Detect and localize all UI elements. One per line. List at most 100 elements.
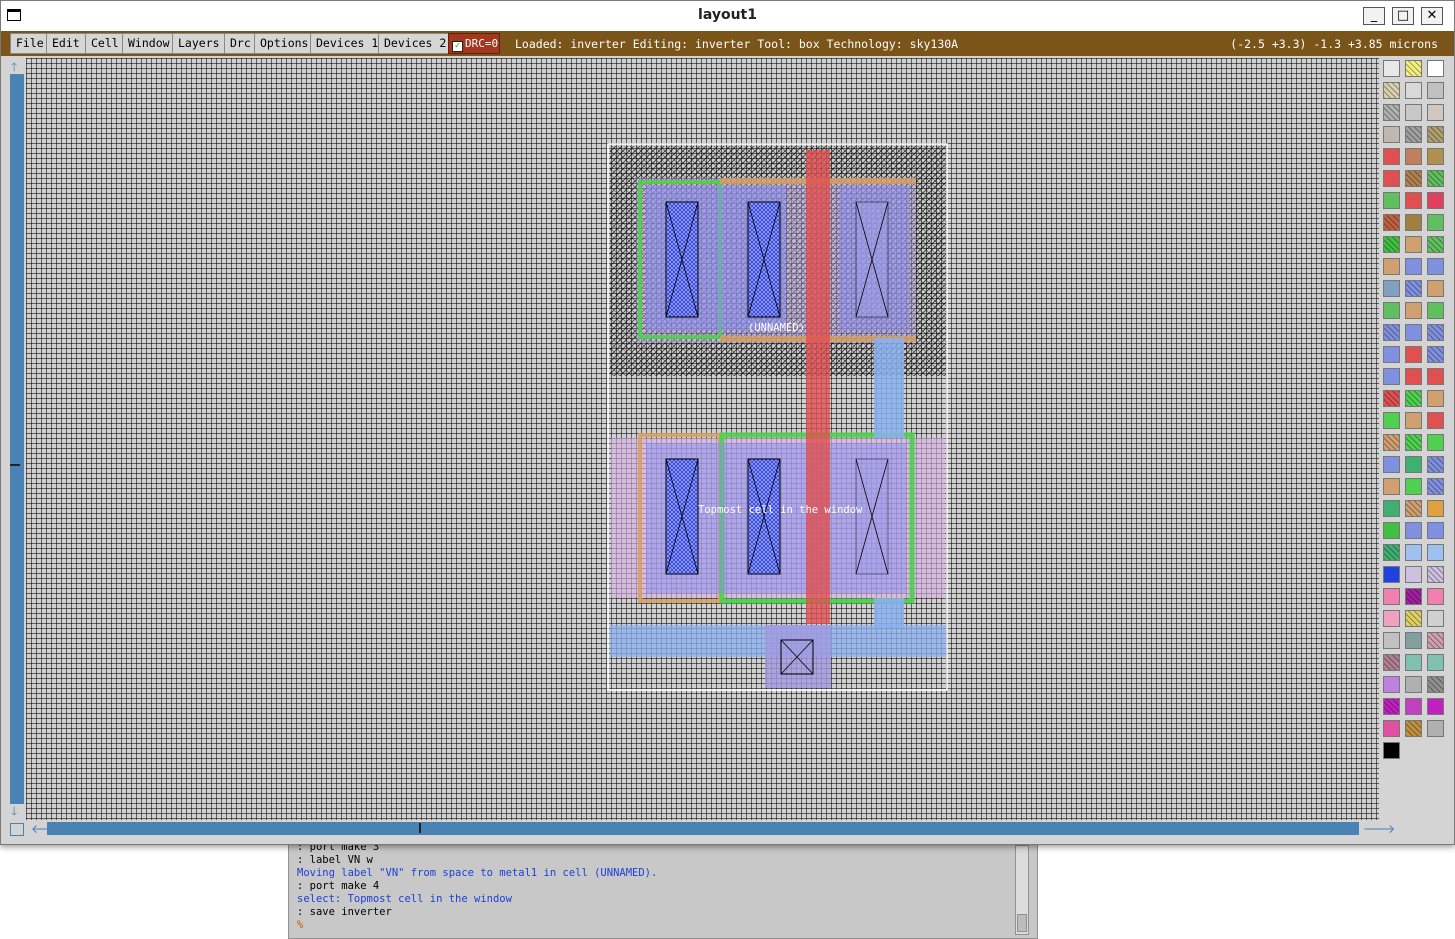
layer-swatch[interactable] <box>1383 632 1400 649</box>
layer-swatch[interactable] <box>1427 192 1444 209</box>
menu-cell[interactable]: Cell <box>85 33 125 54</box>
layer-swatch[interactable] <box>1383 610 1400 627</box>
layer-swatch[interactable] <box>1383 214 1400 231</box>
menu-devices-2[interactable]: Devices 2 <box>378 33 453 54</box>
layer-swatch[interactable] <box>1383 434 1400 451</box>
layer-swatch[interactable] <box>1427 148 1444 165</box>
layer-swatch[interactable] <box>1383 742 1400 759</box>
layer-swatch[interactable] <box>1405 214 1422 231</box>
layer-swatch[interactable] <box>1405 126 1422 143</box>
layer-swatch[interactable] <box>1427 478 1444 495</box>
menu-edit[interactable]: Edit <box>46 33 86 54</box>
layout-drawing[interactable]: (UNNAMED) Topmost cell in the window <box>26 58 1379 820</box>
layer-swatch[interactable] <box>1405 720 1422 737</box>
layer-swatch[interactable] <box>1383 698 1400 715</box>
layer-swatch[interactable] <box>1427 104 1444 121</box>
layer-swatch[interactable] <box>1427 60 1444 77</box>
layer-swatch[interactable] <box>1405 588 1422 605</box>
layer-swatch[interactable] <box>1427 676 1444 693</box>
layer-swatch[interactable] <box>1405 258 1422 275</box>
vertical-scroll-trough[interactable] <box>10 74 24 804</box>
layer-swatch[interactable] <box>1383 522 1400 539</box>
menu-window[interactable]: Window <box>122 33 176 54</box>
menu-devices-1[interactable]: Devices 1 <box>310 33 385 54</box>
layer-swatch[interactable] <box>1405 566 1422 583</box>
title-bar[interactable]: layout1 _ □ ✕ <box>1 1 1454 32</box>
layer-swatch[interactable] <box>1383 478 1400 495</box>
scroll-right-icon[interactable]: 🡒 <box>1363 821 1395 836</box>
layer-swatch[interactable] <box>1405 192 1422 209</box>
layer-swatch[interactable] <box>1383 654 1400 671</box>
layer-swatch[interactable] <box>1405 82 1422 99</box>
layer-swatch[interactable] <box>1427 434 1444 451</box>
layer-swatch[interactable] <box>1405 368 1422 385</box>
maximize-button[interactable]: □ <box>1392 7 1414 25</box>
layer-swatch[interactable] <box>1405 676 1422 693</box>
console-window[interactable]: : port make 3: label VN w Moving label "V… <box>288 840 1038 939</box>
layer-swatch[interactable] <box>1405 390 1422 407</box>
layout-canvas[interactable]: (UNNAMED) Topmost cell in the window <box>26 58 1379 820</box>
layer-swatch[interactable] <box>1405 236 1422 253</box>
layer-swatch[interactable] <box>1427 258 1444 275</box>
scroll-down-icon[interactable]: 🡓 <box>11 802 17 823</box>
layer-swatch[interactable] <box>1405 478 1422 495</box>
layer-swatch[interactable] <box>1427 632 1444 649</box>
layer-swatch[interactable] <box>1405 148 1422 165</box>
layer-swatch[interactable] <box>1383 368 1400 385</box>
layer-swatch[interactable] <box>1383 82 1400 99</box>
layer-swatch[interactable] <box>1405 302 1422 319</box>
layer-swatch[interactable] <box>1405 60 1422 77</box>
layer-swatch[interactable] <box>1405 456 1422 473</box>
layer-swatch[interactable] <box>1383 456 1400 473</box>
layer-swatch[interactable] <box>1427 610 1444 627</box>
layer-swatch[interactable] <box>1405 522 1422 539</box>
menu-file[interactable]: File <box>10 33 50 54</box>
layer-swatch[interactable] <box>1427 82 1444 99</box>
layer-swatch[interactable] <box>1427 720 1444 737</box>
layer-swatch[interactable] <box>1427 346 1444 363</box>
layer-swatch[interactable] <box>1383 148 1400 165</box>
horizontal-scroll-trough[interactable] <box>47 822 1359 835</box>
drc-checkbox-icon[interactable]: ✓ <box>452 41 463 52</box>
layer-swatch[interactable] <box>1427 368 1444 385</box>
console-prompt[interactable]: % <box>297 919 657 932</box>
drc-toggle[interactable]: ✓ DRC=0 <box>448 33 500 54</box>
layer-swatch[interactable] <box>1427 324 1444 341</box>
vertical-scrollbar[interactable]: 🡑 🡓 <box>8 58 26 820</box>
layer-swatch[interactable] <box>1383 500 1400 517</box>
layer-swatch[interactable] <box>1383 412 1400 429</box>
layer-swatch[interactable] <box>1427 500 1444 517</box>
menu-drc[interactable]: Drc <box>224 33 257 54</box>
layer-swatch[interactable] <box>1405 654 1422 671</box>
layer-swatch[interactable] <box>1427 170 1444 187</box>
layer-swatch[interactable] <box>1383 566 1400 583</box>
layer-swatch[interactable] <box>1427 456 1444 473</box>
layer-swatch[interactable] <box>1427 544 1444 561</box>
minimize-button[interactable]: _ <box>1363 7 1385 25</box>
layer-swatch[interactable] <box>1405 544 1422 561</box>
layer-swatch[interactable] <box>1405 610 1422 627</box>
layer-swatch[interactable] <box>1405 346 1422 363</box>
layer-swatch[interactable] <box>1383 544 1400 561</box>
console-scrollbar[interactable] <box>1015 845 1029 935</box>
layer-swatch[interactable] <box>1383 280 1400 297</box>
layer-swatch[interactable] <box>1427 698 1444 715</box>
layer-swatch[interactable] <box>1427 236 1444 253</box>
layer-swatch[interactable] <box>1427 214 1444 231</box>
layer-swatch[interactable] <box>1427 412 1444 429</box>
layer-swatch[interactable] <box>1427 390 1444 407</box>
layer-swatch[interactable] <box>1383 324 1400 341</box>
layer-swatch[interactable] <box>1383 676 1400 693</box>
layer-swatch[interactable] <box>1383 104 1400 121</box>
menu-options[interactable]: Options <box>254 33 315 54</box>
layer-swatch[interactable] <box>1405 170 1422 187</box>
close-button[interactable]: ✕ <box>1421 7 1443 25</box>
layer-swatch[interactable] <box>1383 588 1400 605</box>
layer-swatch[interactable] <box>1427 126 1444 143</box>
layer-swatch[interactable] <box>1383 346 1400 363</box>
layer-swatch[interactable] <box>1383 236 1400 253</box>
layer-swatch[interactable] <box>1405 280 1422 297</box>
layer-swatch[interactable] <box>1383 390 1400 407</box>
layer-swatch[interactable] <box>1405 104 1422 121</box>
layer-swatch[interactable] <box>1383 720 1400 737</box>
